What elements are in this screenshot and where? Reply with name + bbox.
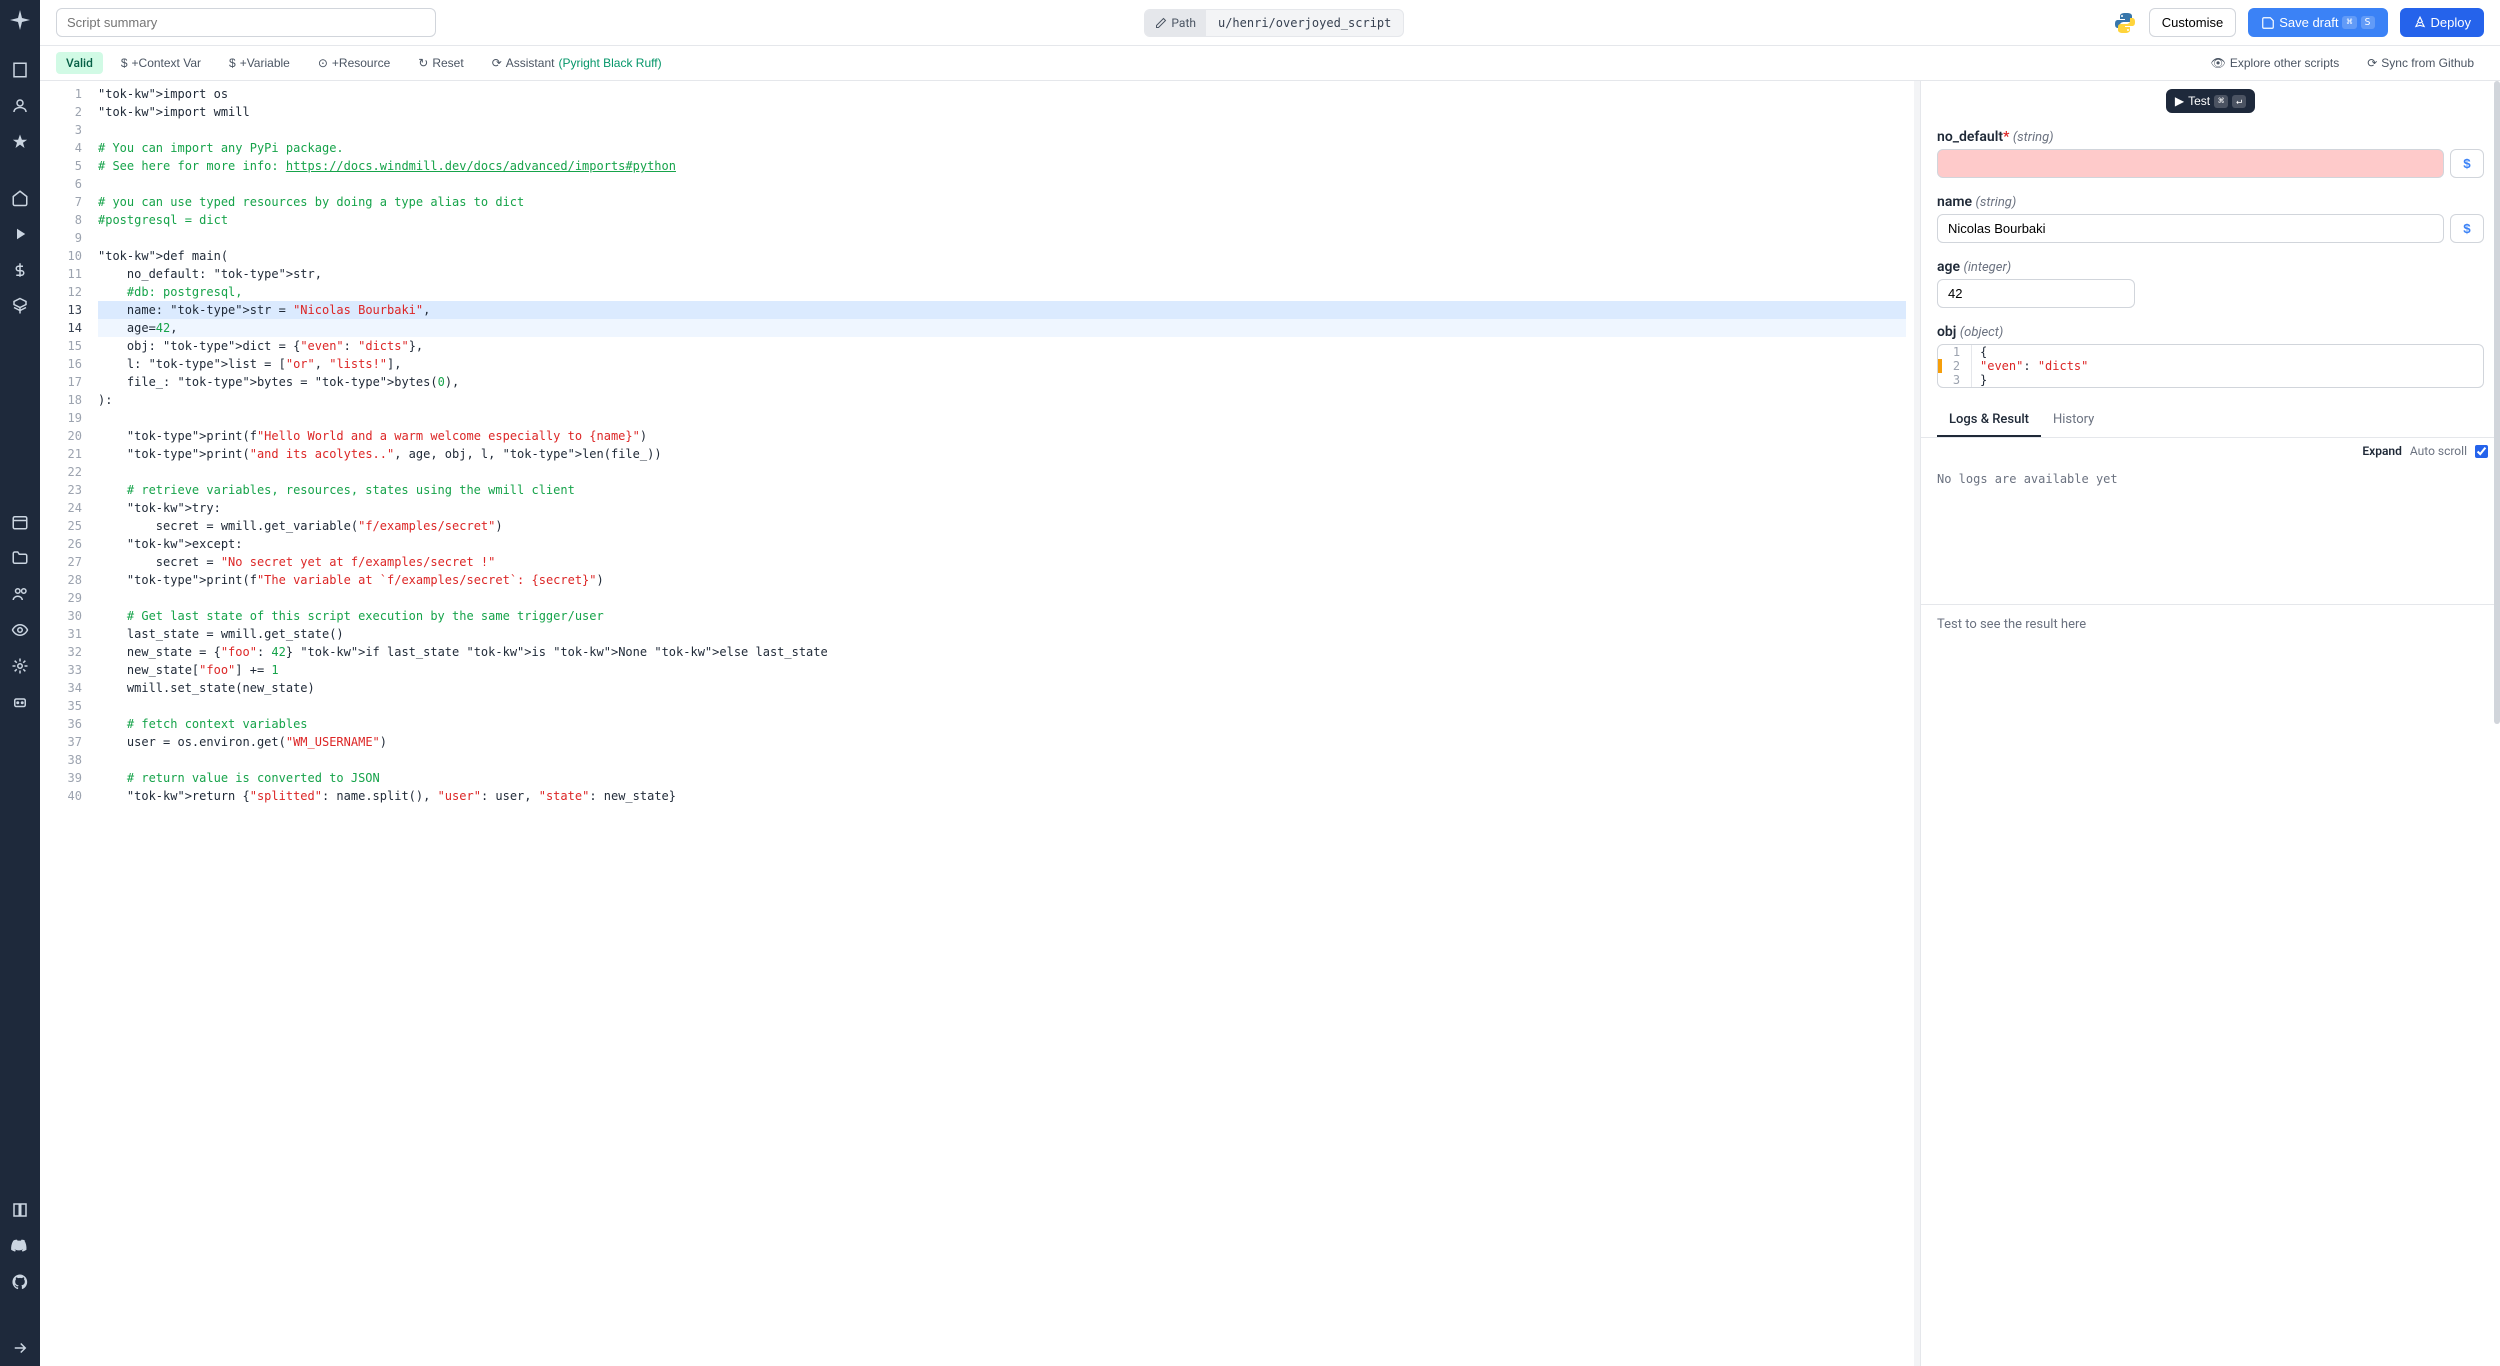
save-icon — [2261, 16, 2275, 30]
windmill-logo-icon — [8, 8, 32, 32]
path-badge[interactable]: Path u/henri/overjoyed_script — [1144, 9, 1404, 37]
summary-input[interactable] — [56, 8, 436, 37]
assistant-tools: (Pyright Black Ruff) — [558, 56, 661, 70]
param-no-default-type: (string) — [2013, 130, 2054, 145]
sidebar — [0, 0, 40, 1366]
dollar-icon[interactable] — [0, 252, 40, 288]
right-panel: ▶ Test ⌘ ↵ no_default* (string) $ name (… — [1920, 81, 2500, 1366]
discord-icon[interactable] — [0, 1228, 40, 1264]
test-label: Test — [2188, 94, 2210, 108]
param-age-input[interactable] — [1937, 279, 2135, 308]
variable-button[interactable]: $ +Variable — [219, 52, 300, 74]
result-placeholder: Test to see the result here — [1921, 604, 2500, 644]
eye-icon[interactable] — [0, 612, 40, 648]
resource-label: +Resource — [332, 56, 390, 70]
toolbar: Valid $ +Context Var $ +Variable ⊙ +Reso… — [40, 46, 2500, 81]
param-name-input[interactable] — [1937, 214, 2444, 243]
param-no-default-input[interactable] — [1937, 149, 2444, 178]
gear-icon[interactable] — [0, 648, 40, 684]
book-icon[interactable] — [0, 1192, 40, 1228]
star-icon[interactable] — [0, 124, 40, 160]
result-tabs: Logs & Result History — [1921, 404, 2500, 438]
robot-icon[interactable] — [0, 684, 40, 720]
param-obj-type: (object) — [1960, 325, 2003, 340]
kbd-enter: ↵ — [2232, 95, 2246, 108]
path-label: Path — [1171, 16, 1196, 30]
play-icon[interactable] — [0, 216, 40, 252]
cubes-icon[interactable] — [0, 288, 40, 324]
deploy-label: Deploy — [2431, 15, 2471, 30]
valid-badge: Valid — [56, 52, 103, 74]
home-icon[interactable] — [0, 180, 40, 216]
header: Path u/henri/overjoyed_script Customise … — [40, 0, 2500, 46]
reset-label: Reset — [432, 56, 463, 70]
users-icon[interactable] — [0, 576, 40, 612]
logs-body: No logs are available yet — [1921, 464, 2500, 604]
kbd-s: S — [2361, 16, 2375, 29]
customise-button[interactable]: Customise — [2149, 8, 2236, 37]
rocket-icon — [2413, 16, 2427, 30]
save-draft-button[interactable]: Save draft ⌘ S — [2248, 8, 2387, 37]
line-gutter: 1234567891011121314151617181920212223242… — [40, 81, 90, 1366]
building-icon[interactable] — [0, 52, 40, 88]
tab-logs[interactable]: Logs & Result — [1937, 404, 2041, 437]
assistant-label: Assistant — [506, 56, 555, 70]
scrollbar[interactable] — [2494, 81, 2500, 724]
context-var-label: +Context Var — [132, 56, 201, 70]
calendar-icon[interactable] — [0, 504, 40, 540]
param-obj-label: obj — [1937, 324, 1956, 340]
expand-button[interactable]: Expand — [2362, 444, 2402, 458]
param-name-type: (string) — [1976, 195, 2017, 210]
assistant-button[interactable]: ⟳ Assistant (Pyright Black Ruff) — [482, 52, 672, 74]
path-value: u/henri/overjoyed_script — [1206, 10, 1403, 36]
variable-label: +Variable — [240, 56, 290, 70]
code-editor[interactable]: 1234567891011121314151617181920212223242… — [40, 81, 1914, 1366]
context-var-button[interactable]: $ +Context Var — [111, 52, 211, 74]
save-draft-label: Save draft — [2279, 15, 2338, 30]
var-picker-button-2[interactable]: $ — [2450, 214, 2484, 243]
arrow-right-icon[interactable] — [0, 1330, 40, 1366]
deploy-button[interactable]: Deploy — [2400, 8, 2484, 37]
param-name-label: name — [1937, 194, 1972, 210]
pencil-icon — [1155, 17, 1167, 29]
param-age-label: age — [1937, 259, 1960, 275]
explore-label: Explore other scripts — [2230, 56, 2339, 70]
resource-button[interactable]: ⊙ +Resource — [308, 52, 400, 74]
sync-button[interactable]: ⟳ Sync from Github — [2357, 52, 2484, 74]
folder-icon[interactable] — [0, 540, 40, 576]
auto-scroll-checkbox[interactable] — [2475, 445, 2488, 458]
param-age-type: (integer) — [1964, 260, 2012, 275]
reset-button[interactable]: ↻ Reset — [408, 52, 473, 74]
kbd-cmd2: ⌘ — [2214, 95, 2228, 108]
var-picker-button[interactable]: $ — [2450, 149, 2484, 178]
tab-history[interactable]: History — [2041, 404, 2106, 437]
user-icon[interactable] — [0, 88, 40, 124]
param-obj-editor[interactable]: 1{2 "even": "dicts"3} — [1937, 344, 2484, 388]
explore-button[interactable]: 👁 Explore other scripts — [2201, 52, 2350, 74]
auto-scroll-label: Auto scroll — [2410, 444, 2467, 458]
kbd-cmd: ⌘ — [2342, 16, 2356, 29]
test-button[interactable]: ▶ Test ⌘ ↵ — [2166, 89, 2255, 113]
param-no-default-label: no_default — [1937, 129, 2003, 145]
python-icon — [2113, 11, 2137, 35]
code-area[interactable]: "tok-kw">import os"tok-kw">import wmill#… — [90, 81, 1914, 1366]
github-icon[interactable] — [0, 1264, 40, 1300]
sync-label: Sync from Github — [2381, 56, 2474, 70]
